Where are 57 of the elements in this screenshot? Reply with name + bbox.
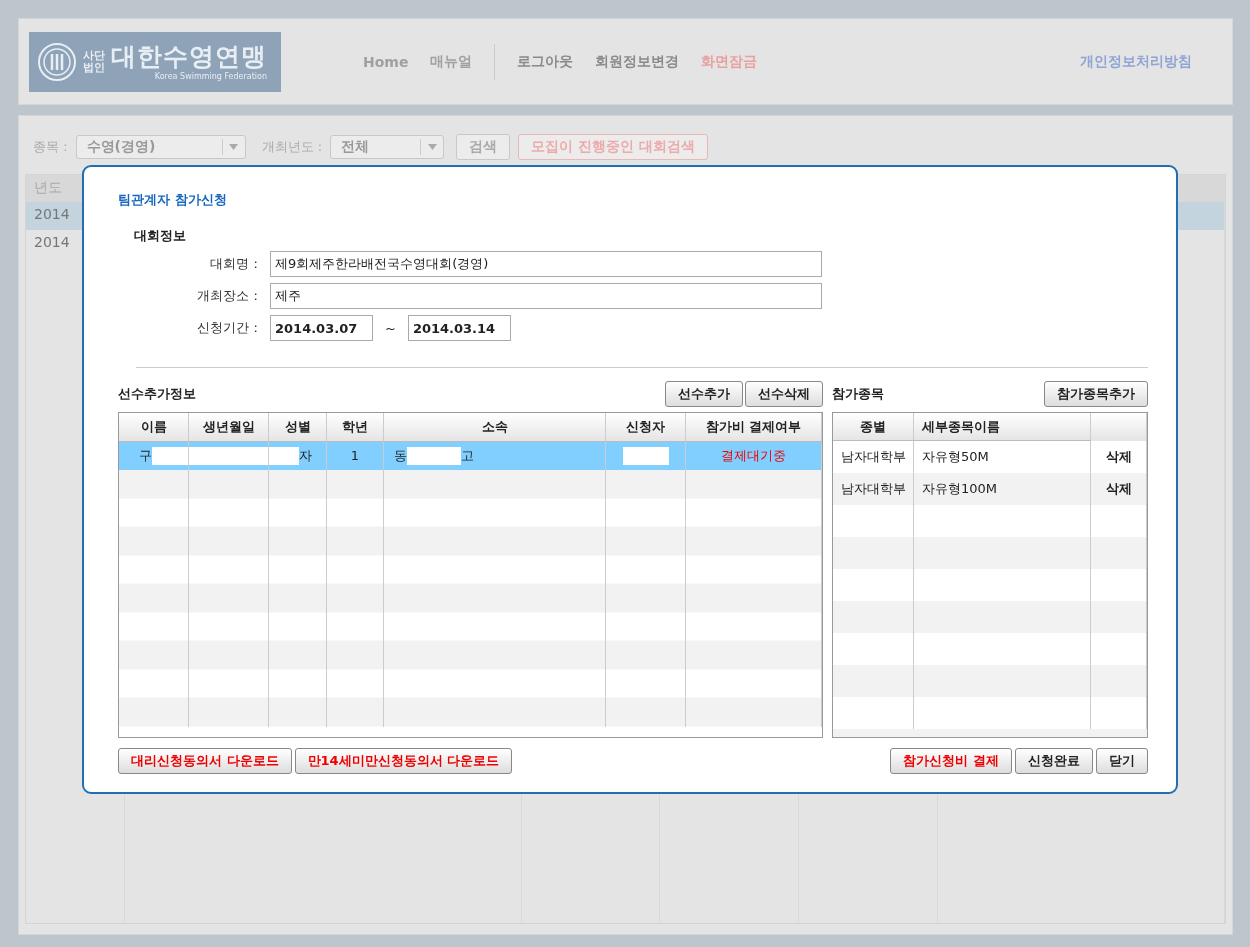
column-header: 성별 bbox=[269, 413, 327, 442]
table-cell: 고 bbox=[461, 446, 474, 465]
logo-title: 대한수영연맹 bbox=[111, 42, 267, 72]
section-title: 대회정보 bbox=[134, 227, 187, 245]
date-field[interactable]: 2014.03.14 bbox=[407, 315, 511, 341]
player-button[interactable]: 선수추가 bbox=[665, 381, 743, 407]
table-cell: 남자대학부 bbox=[833, 441, 914, 473]
year-dropdown[interactable]: 전체 bbox=[330, 135, 445, 159]
filter-label: 개최년도 : bbox=[261, 138, 323, 156]
dialog-button[interactable]: 닫기 bbox=[1096, 748, 1148, 774]
logo-subtitle: Korea Swimming Federation bbox=[154, 72, 267, 81]
redaction-block bbox=[407, 446, 461, 465]
redaction-block bbox=[622, 446, 669, 465]
dialog-button[interactable]: 참가신청비 결제 bbox=[890, 748, 1012, 774]
column-header: 세부종목이름 bbox=[914, 413, 1091, 441]
table-cell: 남자대학부 bbox=[833, 473, 914, 505]
column-header: 이름 bbox=[119, 413, 189, 442]
delete-link[interactable]: 삭제 bbox=[1105, 480, 1132, 498]
column-header: 신청자 bbox=[606, 413, 686, 442]
download-button[interactable]: 만14세미만신청동의서 다운로드 bbox=[294, 748, 513, 774]
column-header: 참가비 결제여부 bbox=[686, 413, 822, 442]
download-button[interactable]: 대리신청동의서 다운로드 bbox=[118, 748, 292, 774]
column-header: 학년 bbox=[327, 413, 384, 442]
nav-link[interactable]: Home bbox=[363, 53, 409, 70]
column-header: 생년월일 bbox=[189, 413, 269, 442]
table-cell: 자 bbox=[299, 446, 312, 465]
filter-label: 종목 : bbox=[33, 138, 68, 156]
add-event-button[interactable]: 참가종목추가 bbox=[1044, 381, 1148, 407]
section-title: 선수추가정보 bbox=[118, 385, 196, 403]
field-label: 신청기간 : bbox=[196, 319, 258, 337]
dropdown-arrow-icon bbox=[427, 144, 437, 150]
nav-link[interactable]: 매뉴얼 bbox=[430, 52, 473, 71]
player-button[interactable]: 선수삭제 bbox=[745, 381, 823, 407]
range-separator: ~ bbox=[385, 320, 396, 336]
table-cell: 자유형50M bbox=[914, 441, 1091, 473]
input-field[interactable]: 제9회제주한라배전국수영대회(경영) bbox=[270, 251, 822, 277]
nav-link[interactable]: 회원정보변경 bbox=[595, 52, 680, 71]
table-cell: 자유형100M bbox=[914, 473, 1091, 505]
column-header: 소속 bbox=[384, 413, 606, 442]
field-label: 개최장소 : bbox=[196, 287, 258, 305]
event-dropdown[interactable]: 수영(경영) bbox=[75, 135, 246, 159]
table-cell: 동 bbox=[394, 446, 407, 465]
nav-link[interactable]: 로그아웃 bbox=[517, 52, 574, 71]
dropdown-arrow-icon bbox=[229, 144, 238, 150]
delete-link[interactable]: 삭제 bbox=[1105, 448, 1132, 466]
column-header: 종별 bbox=[833, 413, 914, 441]
table-cell: 결제대기중 bbox=[686, 441, 822, 470]
emblem-icon bbox=[37, 41, 77, 82]
date-field[interactable]: 2014.03.07 bbox=[270, 315, 373, 341]
section-title: 참가종목 bbox=[832, 385, 884, 403]
field-label: 대회명 : bbox=[209, 255, 258, 273]
dialog-button[interactable]: 신청완료 bbox=[1015, 748, 1093, 774]
input-field[interactable]: 제주 bbox=[270, 283, 822, 309]
logo-prefix: 법인 bbox=[83, 61, 105, 74]
table-cell: 구 bbox=[139, 446, 152, 465]
logo-prefix: 사단 bbox=[83, 49, 105, 62]
table-cell: 1 bbox=[327, 441, 384, 470]
